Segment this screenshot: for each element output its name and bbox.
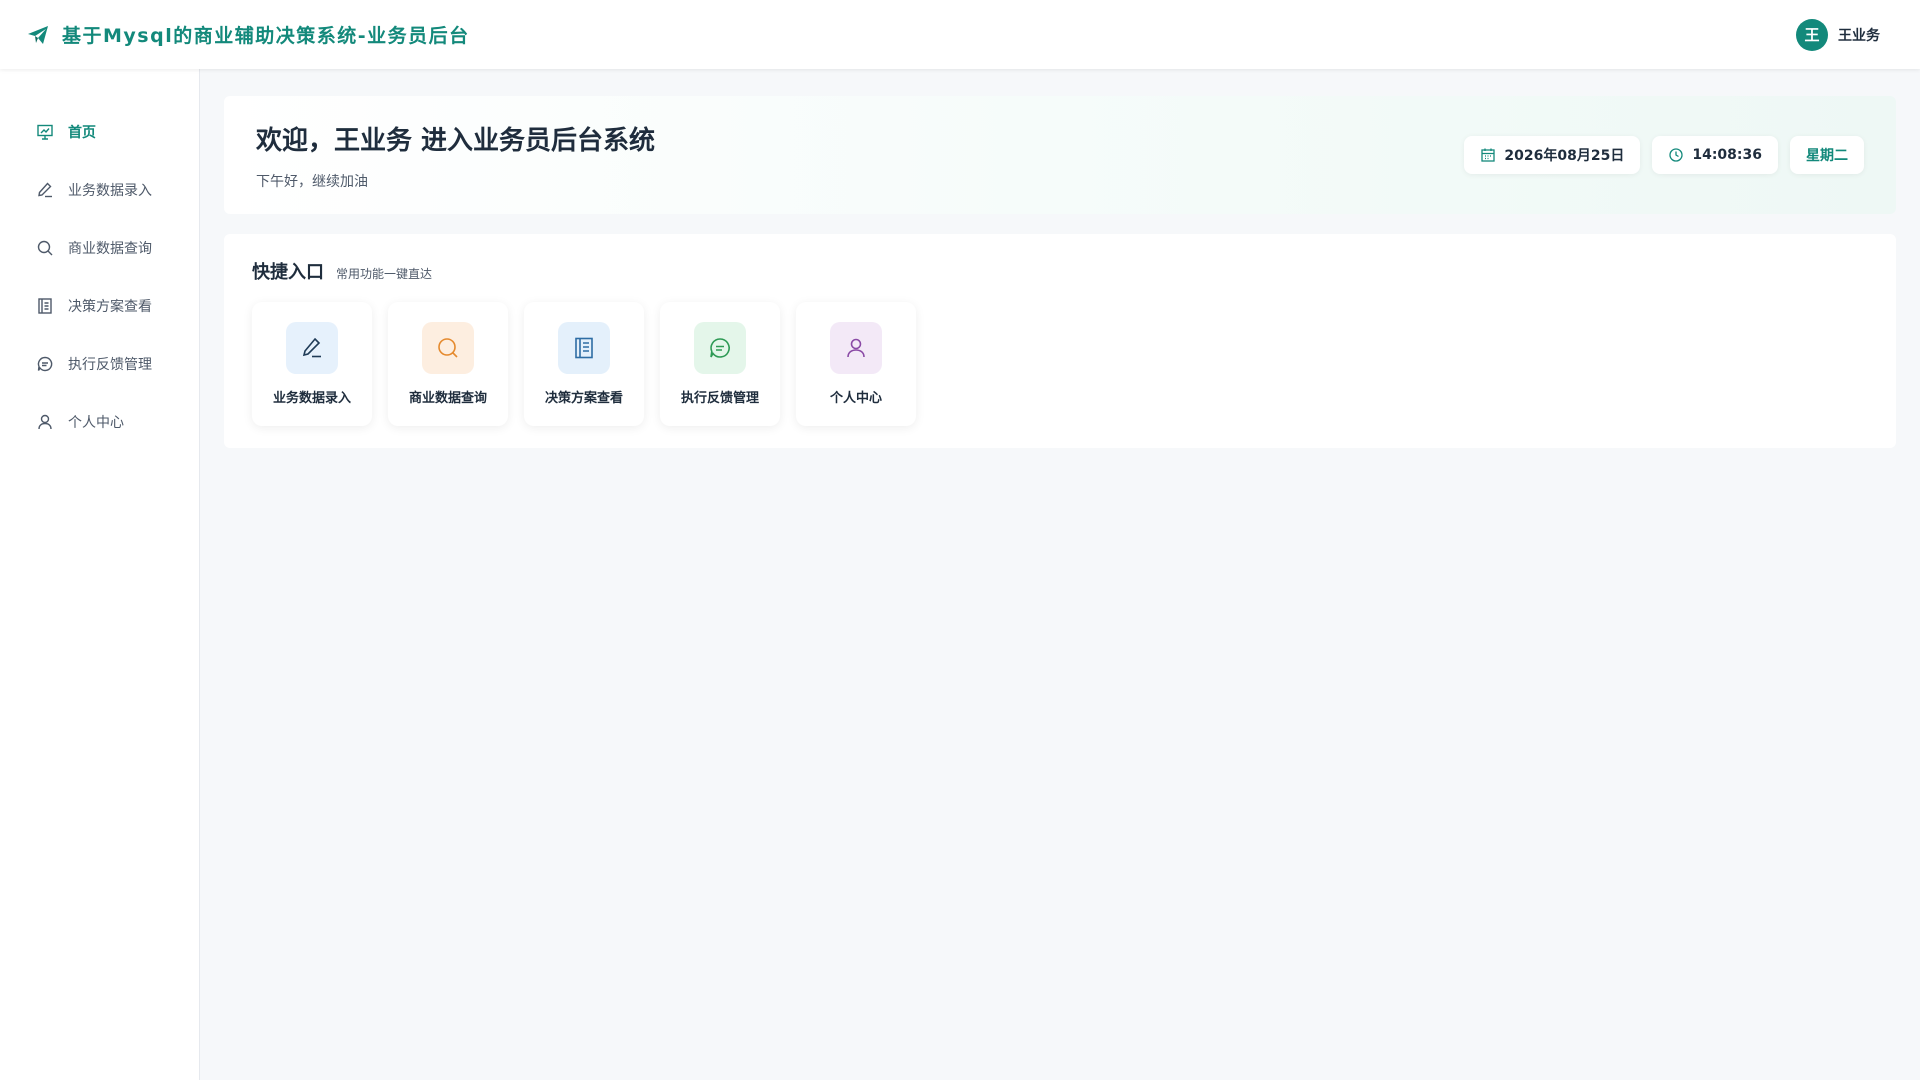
user-menu[interactable]: 王 王业务 xyxy=(1796,18,1880,51)
notebook-icon xyxy=(558,322,610,374)
edit-icon xyxy=(286,322,338,374)
sidebar-item-label: 执行反馈管理 xyxy=(68,357,152,373)
user-icon xyxy=(830,322,882,374)
sidebar-item-feedback[interactable]: 执行反馈管理 xyxy=(0,335,199,393)
welcome-title: 欢迎，王业务 进入业务员后台系统 xyxy=(256,125,656,156)
quick-access-subtitle: 常用功能一键直达 xyxy=(336,267,433,281)
app-title: 基于Mysql的商业辅助决策系统-业务员后台 xyxy=(62,25,470,47)
username[interactable]: 王业务 xyxy=(1838,25,1880,45)
sidebar-item-profile[interactable]: 个人中心 xyxy=(0,393,199,451)
info-chips: 2026年08月25日 14:08:36 星期二 xyxy=(1464,136,1864,174)
sidebar-item-label: 首页 xyxy=(68,125,96,141)
tile-label: 个人中心 xyxy=(829,391,882,406)
calendar-icon xyxy=(1480,147,1496,163)
tile-label: 商业数据查询 xyxy=(408,391,487,406)
quick-tile-data-entry[interactable]: 业务数据录入 xyxy=(252,302,372,426)
paper-plane-icon xyxy=(26,23,50,47)
date-chip: 2026年08月25日 xyxy=(1464,136,1641,174)
quick-access-tiles: 业务数据录入 商业数据查询 决策方案查看 执行反馈管理 个人中心 xyxy=(252,302,1868,426)
welcome-subtitle: 下午好，继续加油 xyxy=(256,173,368,190)
sidebar-item-label: 个人中心 xyxy=(68,415,124,431)
chat-bubble-icon xyxy=(694,322,746,374)
tile-label: 执行反馈管理 xyxy=(680,391,759,406)
sidebar-item-data-entry[interactable]: 业务数据录入 xyxy=(0,161,199,219)
tile-label: 业务数据录入 xyxy=(272,391,351,406)
brand[interactable]: 基于Mysql的商业辅助决策系统-业务员后台 xyxy=(26,21,470,48)
search-icon xyxy=(422,322,474,374)
tile-label: 决策方案查看 xyxy=(544,391,623,406)
quick-tile-profile[interactable]: 个人中心 xyxy=(796,302,916,426)
presentation-chart-icon xyxy=(36,123,54,141)
sidebar-item-data-query[interactable]: 商业数据查询 xyxy=(0,219,199,277)
main-content: 欢迎，王业务 进入业务员后台系统 下午好，继续加油 2026年08月25日 14… xyxy=(224,96,1896,448)
chat-bubble-icon xyxy=(36,355,54,373)
top-header: 基于Mysql的商业辅助决策系统-业务员后台 王 王业务 xyxy=(0,0,1920,69)
quick-access-title: 快捷入口 xyxy=(252,262,324,283)
sidebar-item-home[interactable]: 首页 xyxy=(0,103,199,161)
time-text: 14:08:36 xyxy=(1692,147,1762,163)
sidebar-item-label: 商业数据查询 xyxy=(68,241,152,257)
quick-tile-plans[interactable]: 决策方案查看 xyxy=(524,302,644,426)
sidebar-item-plans[interactable]: 决策方案查看 xyxy=(0,277,199,335)
quick-access-card: 快捷入口 常用功能一键直达 业务数据录入 商业数据查询 决策方案查看 执行反馈管… xyxy=(224,234,1896,448)
time-chip: 14:08:36 xyxy=(1652,136,1778,174)
search-icon xyxy=(36,239,54,257)
sidebar: 首页 业务数据录入 商业数据查询 决策方案查看 执行反馈管理 个人中心 xyxy=(0,69,200,1080)
quick-tile-feedback[interactable]: 执行反馈管理 xyxy=(660,302,780,426)
avatar[interactable]: 王 xyxy=(1796,18,1828,51)
user-icon xyxy=(36,413,54,431)
notebook-icon xyxy=(36,297,54,315)
date-text: 2026年08月25日 xyxy=(1504,148,1625,164)
weekday-chip: 星期二 xyxy=(1790,136,1864,174)
edit-icon xyxy=(36,181,54,199)
weekday-text: 星期二 xyxy=(1806,148,1848,164)
quick-tile-data-query[interactable]: 商业数据查询 xyxy=(388,302,508,426)
clock-icon xyxy=(1668,147,1684,163)
welcome-banner: 欢迎，王业务 进入业务员后台系统 下午好，继续加油 2026年08月25日 14… xyxy=(224,96,1896,214)
sidebar-item-label: 业务数据录入 xyxy=(68,183,152,199)
quick-access-header: 快捷入口 常用功能一键直达 xyxy=(252,258,1868,284)
sidebar-item-label: 决策方案查看 xyxy=(68,299,152,315)
